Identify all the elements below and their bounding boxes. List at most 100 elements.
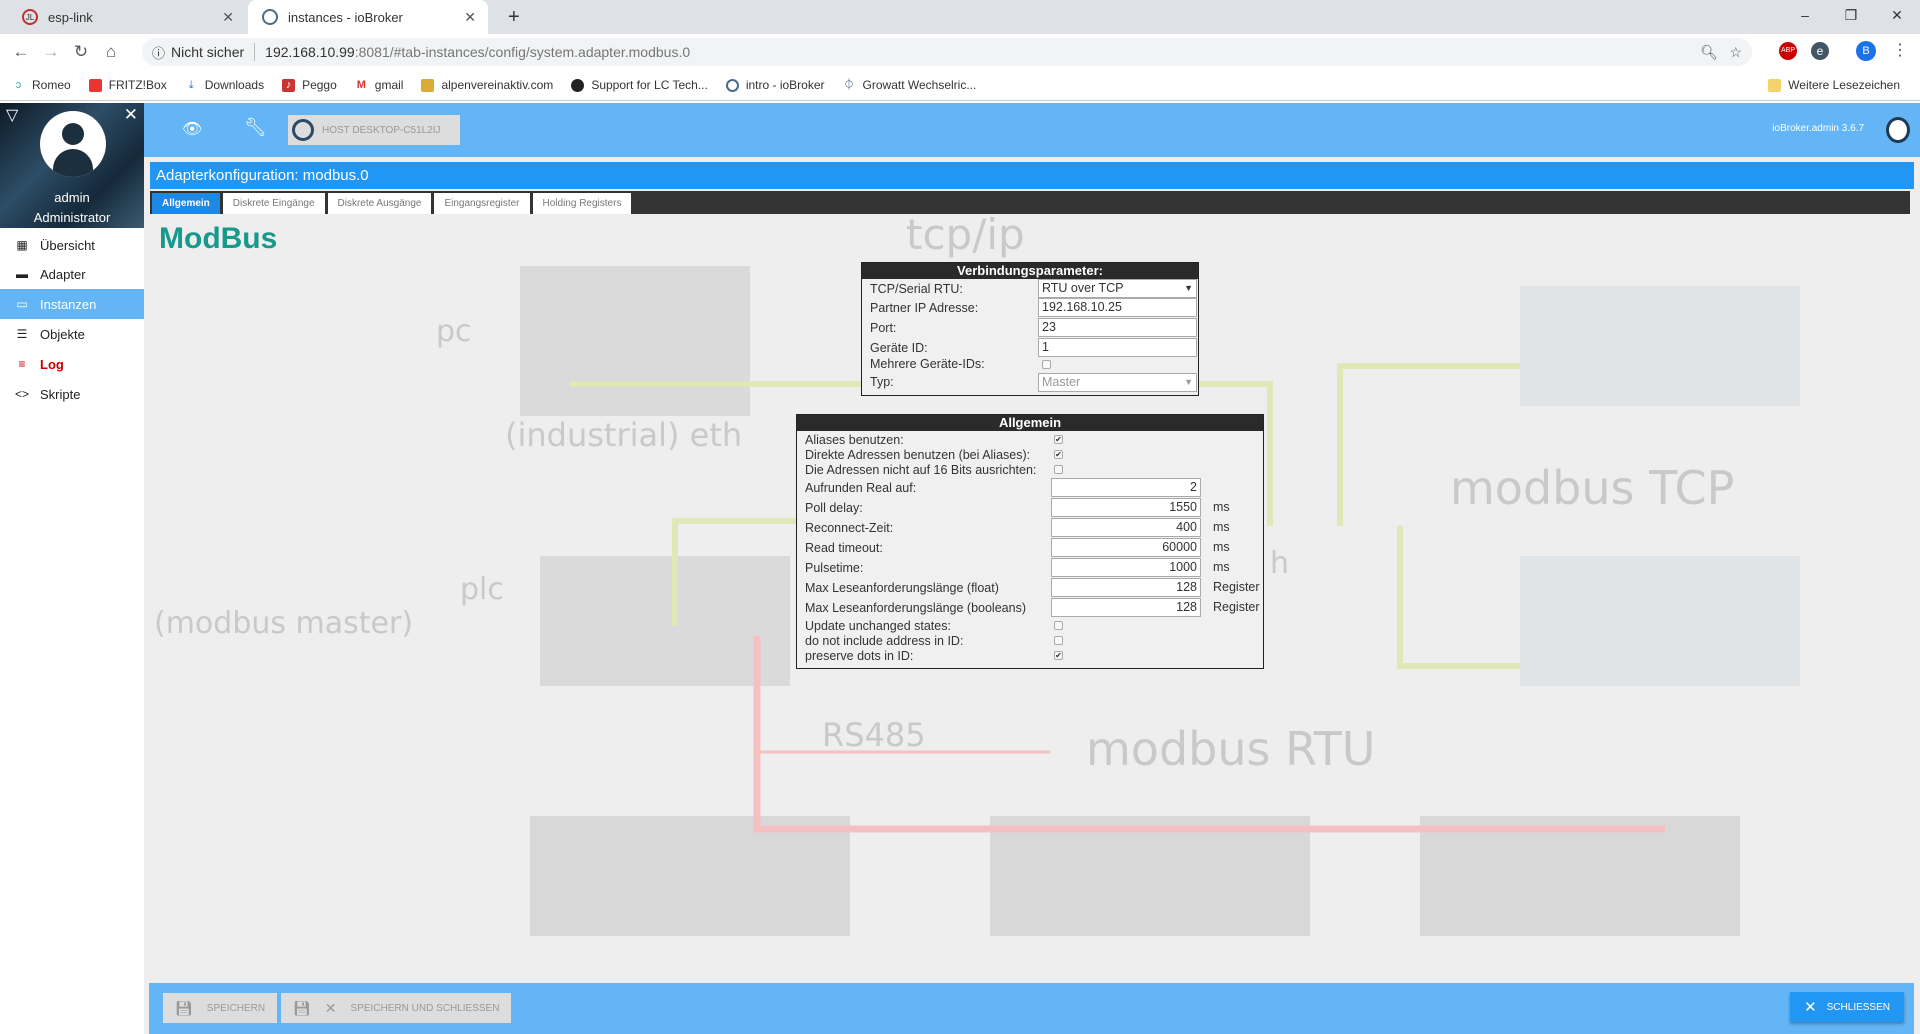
tab-eingangsregister[interactable]: Eingangsregister — [434, 193, 530, 214]
download-icon: ⤓ — [188, 78, 194, 91]
close-sidebar-icon[interactable]: ✕ — [124, 105, 138, 125]
field-unit: Register — [1213, 600, 1260, 614]
bookmark-downloads[interactable]: ⤓ Downloads — [185, 78, 264, 92]
log-icon: ≡ — [18, 357, 26, 371]
eye-icon[interactable]: 👁︎ — [182, 119, 202, 139]
field-label: Pulsetime: — [805, 560, 864, 575]
admin-version: ioBroker.admin 3.6.7 — [1772, 123, 1864, 134]
field-label: Poll delay: — [805, 500, 863, 515]
meter-shape — [1420, 816, 1740, 936]
option-checkbox[interactable] — [1054, 465, 1063, 474]
more-bookmarks[interactable]: Weitere Lesezeichen — [1768, 78, 1900, 92]
iobroker-icon: ⏀ — [843, 78, 855, 91]
close-icon: ✕ — [324, 999, 337, 1016]
option-checkbox[interactable] — [1054, 621, 1063, 630]
multi-id-label: Mehrere Geräte-IDs: — [870, 357, 985, 371]
wrench-icon[interactable]: 🔧︎ — [244, 117, 267, 138]
field-input[interactable]: 1000 — [1051, 558, 1201, 577]
new-tab-button[interactable]: + — [494, 0, 534, 34]
github-icon — [571, 78, 585, 92]
bookmark-romeo[interactable]: ↄ Romeo — [12, 78, 71, 92]
field-input[interactable]: 1550 — [1051, 498, 1201, 517]
dropdown-arrow-icon: ▼ — [1184, 283, 1193, 293]
profile-avatar[interactable]: B — [1856, 41, 1876, 61]
option-checkbox[interactable]: ✔ — [1054, 435, 1063, 444]
tab-diskrete-ausgaenge[interactable]: Diskrete Ausgänge — [327, 193, 432, 214]
gmail-icon: M — [356, 78, 366, 91]
home-icon[interactable]: ⌂ — [96, 42, 126, 62]
tab-title: instances - ioBroker — [288, 9, 403, 25]
restore-button[interactable]: ❐ — [1828, 0, 1874, 34]
option-checkbox[interactable]: ✔ — [1054, 450, 1063, 459]
minimize-button[interactable]: – — [1782, 0, 1828, 34]
mode-select[interactable]: RTU over TCP ▼ — [1038, 279, 1197, 298]
bookmark-fritzbox[interactable]: FRITZ!Box — [88, 78, 167, 92]
field-input[interactable]: 2 — [1051, 478, 1201, 497]
menu-icon[interactable]: ⋮ — [1892, 40, 1908, 60]
reload-icon[interactable]: ↻ — [66, 42, 96, 62]
url-host: 192.168.10.99 — [265, 44, 355, 60]
close-window-button[interactable]: ✕ — [1874, 0, 1920, 34]
sidebar-item-instanzen[interactable]: ▭ Instanzen — [0, 289, 144, 319]
field-input[interactable]: 128 — [1051, 598, 1201, 617]
list-icon: ☰ — [16, 327, 28, 341]
connection-panel: Verbindungsparameter: TCP/Serial RTU: RT… — [861, 262, 1199, 396]
zoom-icon[interactable]: 🔍︎ — [1700, 44, 1718, 61]
option-checkbox[interactable] — [1054, 636, 1063, 645]
port-input[interactable]: 23 — [1038, 318, 1197, 337]
bookmark-icon — [88, 78, 102, 92]
field-input[interactable]: 128 — [1051, 578, 1201, 597]
sidebar-item-objekte[interactable]: ☰ Objekte — [0, 319, 144, 349]
close-tab-icon[interactable]: ✕ — [464, 9, 476, 26]
tab-diskrete-eingaenge[interactable]: Diskrete Eingänge — [222, 193, 325, 214]
tab-allgemein[interactable]: Allgemein — [152, 193, 220, 214]
field-label: Reconnect-Zeit: — [805, 520, 894, 535]
dropdown-triangle-icon[interactable]: ▽ — [6, 105, 18, 125]
iobroker-logo-icon — [292, 119, 314, 141]
field-input[interactable]: 400 — [1051, 518, 1201, 537]
close-button[interactable]: ✕ SCHLIESSEN — [1790, 992, 1904, 1022]
browser-tab-instances[interactable]: instances - ioBroker ✕ — [248, 0, 488, 34]
bookmark-gmail[interactable]: Mgmail — [355, 78, 404, 92]
bookmark-iobroker[interactable]: intro - ioBroker — [725, 78, 825, 92]
tab-holding-registers[interactable]: Holding Registers — [532, 193, 632, 214]
field-label: Read timeout: — [805, 540, 883, 555]
bookmark-peggo[interactable]: ♪ Peggo — [282, 78, 337, 92]
bookmark-github[interactable]: Support for LC Tech... — [571, 78, 708, 92]
config-title: Adapterkonfiguration: modbus.0 — [150, 162, 1914, 189]
security-status: Nicht sicher — [171, 44, 245, 60]
type-select[interactable]: Master ▼ — [1038, 373, 1197, 392]
user-role: Administrator — [33, 210, 111, 225]
ip-input[interactable]: 192.168.10.25 — [1038, 298, 1197, 317]
forward-icon[interactable]: → — [36, 42, 66, 62]
save-button[interactable]: 💾︎ SPEICHERN — [163, 993, 278, 1023]
sidebar-item-uebersicht[interactable]: ▦ Übersicht — [0, 230, 144, 260]
field-unit: ms — [1213, 540, 1230, 554]
url-input[interactable]: ⓘ Nicht sicher 192.168.10.99:8081/#tab-i… — [142, 38, 1752, 66]
browser-tab-strip: JL esp-link ✕ instances - ioBroker ✕ + –… — [0, 0, 1920, 34]
save-close-button[interactable]: 💾︎ ✕ SPEICHERN UND SCHLIESSEN — [281, 993, 512, 1023]
adblock-icon[interactable]: ABP — [1779, 42, 1797, 60]
browser-tab-esp-link[interactable]: JL esp-link ✕ — [8, 0, 246, 34]
device-id-input[interactable]: 1 — [1038, 338, 1197, 357]
back-icon[interactable]: ← — [6, 42, 36, 62]
dropdown-arrow-icon: ▼ — [1184, 377, 1193, 387]
bookmark-growatt[interactable]: ⏀ Growatt Wechselric... — [843, 78, 977, 92]
bookmark-alpenverein[interactable]: alpenvereinaktiv.com — [421, 78, 553, 92]
bookmark-icon — [421, 78, 435, 92]
bookmark-icon: ↄ — [15, 78, 22, 91]
sidebar-item-skripte[interactable]: <> Skripte — [0, 379, 144, 409]
sidebar-item-adapter[interactable]: ▬ Adapter — [0, 259, 144, 289]
field-input[interactable]: 60000 — [1051, 538, 1201, 557]
tab-title: esp-link — [48, 9, 93, 25]
general-panel: Allgemein Aliases benutzen: ✔ Direkte Adre… — [796, 414, 1264, 669]
star-icon[interactable]: ☆ — [1729, 44, 1742, 61]
extension-icon[interactable]: e — [1811, 42, 1829, 60]
footer-bar: 💾︎ SPEICHERN 💾︎ ✕ SPEICHERN UND SCHLIESSEN … — [149, 983, 1914, 1034]
host-selector[interactable]: HOST DESKTOP-C51L2IJ — [288, 115, 460, 145]
close-tab-icon[interactable]: ✕ — [222, 9, 234, 26]
option-label: do not include address in ID: — [805, 633, 964, 648]
sidebar-item-log[interactable]: ≡ Log — [0, 349, 144, 379]
multi-id-checkbox[interactable] — [1042, 360, 1051, 369]
option-checkbox[interactable]: ✔ — [1054, 651, 1063, 660]
